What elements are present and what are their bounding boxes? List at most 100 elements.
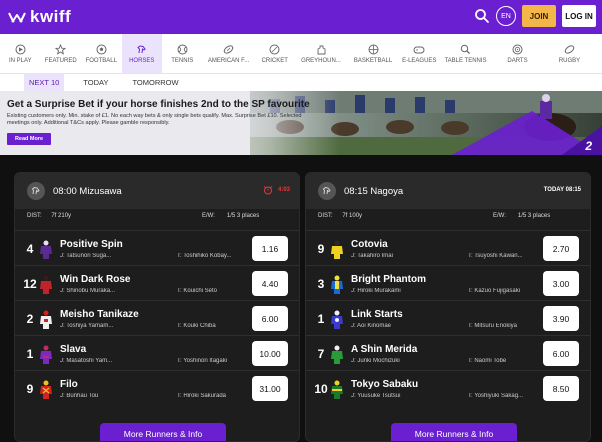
runner-row[interactable]: 1 Slava J: Masatoshi Yam... T: Yoshinori… xyxy=(15,335,299,370)
runner-row[interactable]: 9 Cotovia J: Takahiro Imai T: Tsuyoshi K… xyxy=(306,230,590,265)
horse-racing-icon xyxy=(318,182,336,200)
runner-row[interactable]: 7 A Shin Merida J: Junki Mochizuki T: Na… xyxy=(306,335,590,370)
runner-row[interactable]: 9 Filo J: Bunhau Tou T: Hiroki Sakurada … xyxy=(15,370,299,405)
odds-button[interactable]: 6.00 xyxy=(543,341,579,366)
sport-nav: IN PLAY FEATURED FOOTBALL HORSES TENNIS … xyxy=(0,34,602,74)
odds-button[interactable]: 4.40 xyxy=(252,271,288,296)
jockey-silks-icon xyxy=(40,380,52,399)
runner-number: 3 xyxy=(317,277,325,291)
runner-jockey: J: Junki Mochizuki xyxy=(351,358,400,364)
sport-tab-tennis[interactable]: TENNIS xyxy=(162,34,203,73)
race-card-mizusawa: 08:00 Mizusawa 4:03 DIST: 7f 210y E/W: 1/… xyxy=(14,172,300,442)
race-start-time: TODAY 08:15 xyxy=(543,187,581,193)
sport-label: DARTS xyxy=(507,58,528,64)
sport-label: GREYHOUN... xyxy=(301,58,341,64)
odds-button[interactable]: 2.70 xyxy=(543,236,579,261)
runner-row[interactable]: 2 Meisho Tanikaze J: Toshiya Yamam... T:… xyxy=(15,300,299,335)
sport-label: TENNIS xyxy=(171,58,194,64)
jockey-silks-icon xyxy=(40,345,52,364)
tab-next-10[interactable]: NEXT 10 xyxy=(24,74,65,91)
sport-label: RUGBY xyxy=(558,58,581,64)
horse-racing-icon xyxy=(27,182,45,200)
sport-label: TABLE TENNIS xyxy=(444,58,487,64)
login-button[interactable]: LOG IN xyxy=(562,5,596,27)
runner-row[interactable]: 4 Positive Spin J: Tatsunori Suga... T: … xyxy=(15,230,299,265)
tab-today[interactable]: TODAY xyxy=(78,74,113,91)
runner-row[interactable]: 12 Win Dark Rose J: Shinobu Muraka... T:… xyxy=(15,265,299,300)
odds-button[interactable]: 6.00 xyxy=(252,306,288,331)
runner-trainer: T: Yoshiyuki Sakag... xyxy=(468,393,524,399)
banner-corner-number: 2 xyxy=(585,139,592,153)
sport-tab-cricket[interactable]: CRICKET xyxy=(255,34,296,73)
ew-value: 1/5 3 places xyxy=(226,213,260,219)
sport-tab-rugby[interactable]: RUGBY xyxy=(544,34,596,73)
odds-button[interactable]: 3.90 xyxy=(543,306,579,331)
runner-name: Bright Phantom xyxy=(351,274,426,285)
logo-text: kwiff xyxy=(30,7,72,26)
runner-row[interactable]: 10 Tokyo Sabaku J: Yuusuke Tsutsui T: Yo… xyxy=(306,370,590,405)
odds-button[interactable]: 10.00 xyxy=(252,341,288,366)
sport-label: BASKETBALL xyxy=(353,58,393,64)
read-more-button[interactable]: Read More xyxy=(7,133,51,145)
odds-button[interactable]: 1.16 xyxy=(252,236,288,261)
jockey-silks-icon xyxy=(331,345,343,364)
table-tennis-icon xyxy=(460,43,472,55)
rugby-icon xyxy=(564,43,576,55)
odds-button[interactable]: 31.00 xyxy=(252,376,288,401)
sport-tab-american-football[interactable]: AMERICAN F... xyxy=(203,34,255,73)
sport-label: E-LEAGUES xyxy=(402,58,437,64)
jockey-silks-icon xyxy=(331,380,343,399)
dist-value: 7f 210y xyxy=(51,213,72,219)
sport-label: HORSES xyxy=(129,58,155,64)
sport-tab-e-leagues[interactable]: E-LEAGUES xyxy=(399,34,440,73)
promo-banner[interactable]: Get a Surprise Bet if your horse finishe… xyxy=(0,91,602,155)
football-icon xyxy=(95,43,107,55)
sport-tab-featured[interactable]: FEATURED xyxy=(41,34,82,73)
sport-tab-greyhounds[interactable]: GREYHOUN... xyxy=(295,34,347,73)
race-countdown: 4:03 xyxy=(277,187,290,193)
race-card-header[interactable]: 08:15 Nagoya TODAY 08:15 xyxy=(306,173,590,209)
runner-number: 7 xyxy=(317,347,325,361)
race-title: 08:15 Nagoya xyxy=(344,186,404,197)
day-tabs: NEXT 10 TODAY TOMORROW xyxy=(0,74,602,91)
gamepad-icon xyxy=(413,43,425,55)
darts-icon xyxy=(512,43,524,55)
ew-label: E/W: xyxy=(493,213,506,219)
runner-row[interactable]: 1 Link Starts J: Aoi Kinomae T: Mitsuru … xyxy=(306,300,590,335)
race-title: 08:00 Mizusawa xyxy=(53,186,122,197)
sport-label: IN PLAY xyxy=(8,58,32,64)
language-button[interactable]: EN xyxy=(496,6,516,26)
odds-button[interactable]: 8.50 xyxy=(543,376,579,401)
runner-name: Win Dark Rose xyxy=(60,274,131,285)
runner-trainer: T: Kouki Chiba xyxy=(177,323,216,329)
tab-tomorrow[interactable]: TOMORROW xyxy=(127,74,183,91)
jockey-silks-icon xyxy=(40,275,52,294)
dist-value: 7f 100y xyxy=(342,213,363,219)
sport-tab-football[interactable]: FOOTBALL xyxy=(81,34,122,73)
jockey-silks-icon xyxy=(40,310,52,329)
odds-button[interactable]: 3.00 xyxy=(543,271,579,296)
sport-tab-table-tennis[interactable]: TABLE TENNIS xyxy=(440,34,492,73)
crown-icon xyxy=(8,12,26,23)
search-icon[interactable] xyxy=(474,8,490,24)
race-card-header[interactable]: 08:00 Mizusawa 4:03 xyxy=(15,173,299,209)
kwiff-logo[interactable]: kwiff xyxy=(8,7,71,27)
sport-tab-in-play[interactable]: IN PLAY xyxy=(0,34,41,73)
sport-tab-basketball[interactable]: BASKETBALL xyxy=(347,34,399,73)
runner-number: 10 xyxy=(314,382,328,396)
runner-trainer: T: Kouichi Seto xyxy=(177,288,218,294)
runner-number: 9 xyxy=(26,382,34,396)
runner-row[interactable]: 3 Bright Phantom J: Hiroki Murakami T: K… xyxy=(306,265,590,300)
tennis-icon xyxy=(176,43,188,55)
more-runners-button[interactable]: More Runners & Info xyxy=(100,423,226,441)
runner-number: 2 xyxy=(26,312,34,326)
dist-label: DIST: xyxy=(318,213,333,219)
sport-tab-horses[interactable]: HORSES xyxy=(121,34,162,73)
race-meta: DIST: 7f 210y E/W: 1/5 3 places xyxy=(27,213,289,219)
more-runners-button[interactable]: More Runners & Info xyxy=(391,423,517,441)
runner-number: 1 xyxy=(26,347,34,361)
runner-trainer: T: Hiroki Sakurada xyxy=(177,393,227,399)
join-button[interactable]: JOIN xyxy=(522,5,556,27)
sport-label: CRICKET xyxy=(261,58,288,64)
sport-tab-darts[interactable]: DARTS xyxy=(492,34,544,73)
